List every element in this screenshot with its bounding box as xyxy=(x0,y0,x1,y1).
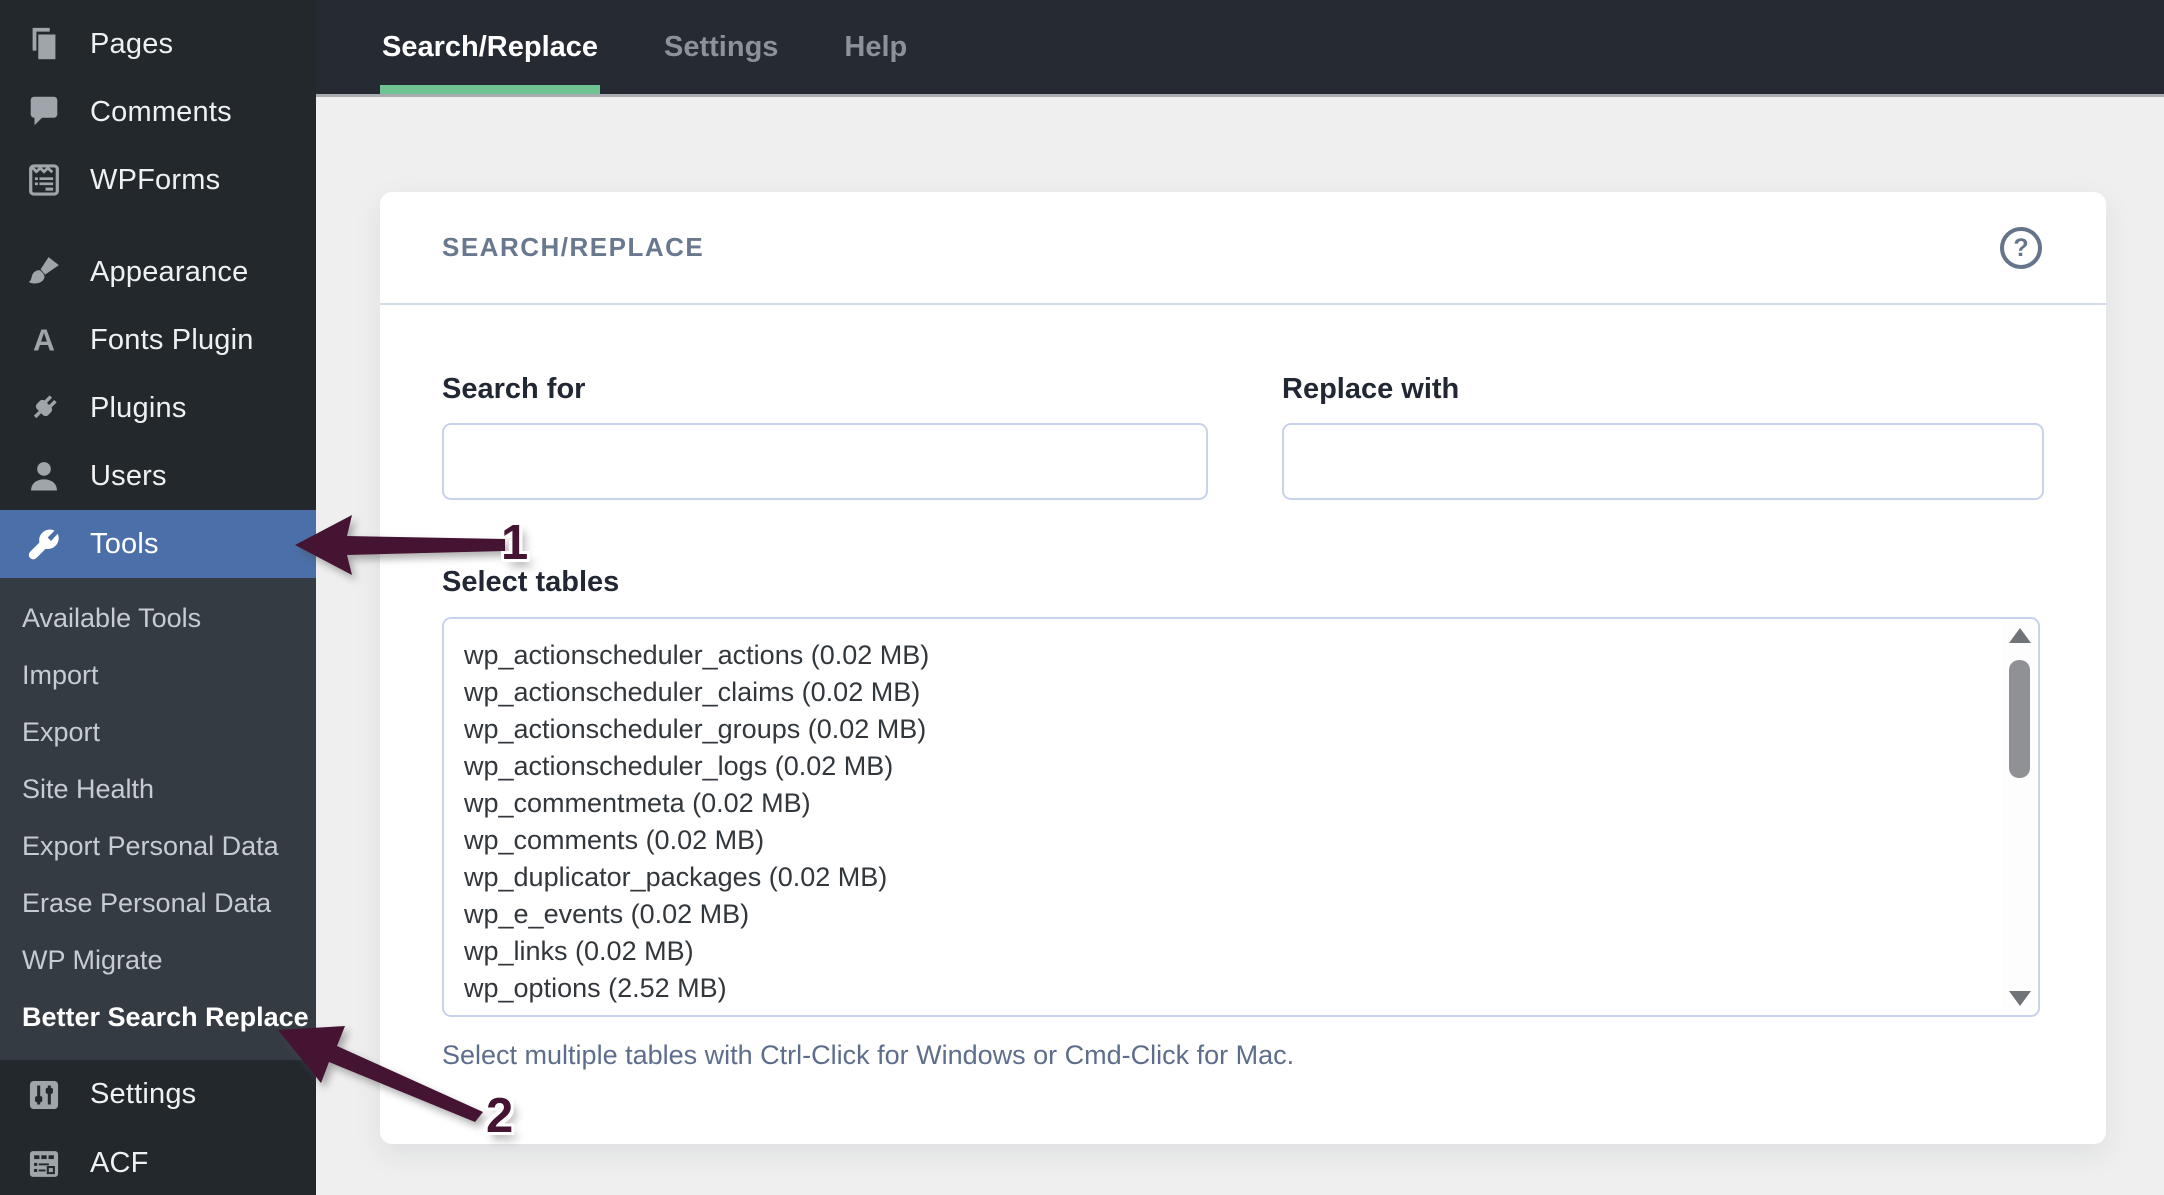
table-option[interactable]: wp_options (2.52 MB) xyxy=(444,970,2038,1007)
page-title: SEARCH/REPLACE xyxy=(442,232,705,262)
search-replace-card: SEARCH/REPLACE ? Search for Replace with xyxy=(380,192,2106,1144)
card-header: SEARCH/REPLACE ? xyxy=(380,192,2106,305)
tab-settings[interactable]: Settings xyxy=(662,0,780,94)
table-option[interactable]: wp_e_events (0.02 MB) xyxy=(444,896,2038,933)
sidebar-item-label: Appearance xyxy=(90,255,249,288)
tables-listbox[interactable]: wp_actionscheduler_actions (0.02 MB) wp_… xyxy=(442,617,2040,1017)
sidebar-item-label: Users xyxy=(90,459,167,492)
card-body: Search for Replace with Select tables wp… xyxy=(380,373,2106,1071)
submenu-item-erase-personal-data[interactable]: Erase Personal Data xyxy=(0,875,316,932)
sidebar-item-users[interactable]: Users xyxy=(0,442,316,510)
tools-submenu: Available Tools Import Export Site Healt… xyxy=(0,578,316,1060)
sidebar-main-menu-bottom: Settings ACF xyxy=(0,1060,316,1195)
admin-sidebar: Pages Comments WPForms Appearance A Font… xyxy=(0,0,316,1195)
sidebar-item-acf[interactable]: ACF xyxy=(0,1129,316,1195)
plug-icon xyxy=(22,386,66,430)
plugin-tab-bar: Search/Replace Settings Help xyxy=(316,0,2164,97)
sidebar-item-label: Tools xyxy=(90,527,159,560)
sidebar-item-label: Comments xyxy=(90,95,232,128)
letter-a-icon: A xyxy=(22,318,66,362)
select-tables-label: Select tables xyxy=(442,566,620,598)
main-content: SEARCH/REPLACE ? Search for Replace with xyxy=(316,100,2164,1195)
acf-icon xyxy=(22,1142,66,1186)
pages-icon xyxy=(22,22,66,66)
sidebar-item-label: WPForms xyxy=(90,163,221,196)
scrollbar-thumb[interactable] xyxy=(2009,660,2030,778)
svg-text:A: A xyxy=(33,323,55,357)
submenu-item-import[interactable]: Import xyxy=(0,647,316,704)
submenu-item-better-search-replace[interactable]: Better Search Replace xyxy=(0,989,316,1046)
wrench-icon xyxy=(22,522,66,566)
table-option[interactable]: wp_links (0.02 MB) xyxy=(444,933,2038,970)
search-for-input[interactable] xyxy=(442,423,1208,500)
sidebar-item-label: Pages xyxy=(90,27,174,60)
sidebar-item-fonts-plugin[interactable]: A Fonts Plugin xyxy=(0,306,316,374)
sidebar-item-comments[interactable]: Comments xyxy=(0,78,316,146)
sliders-icon xyxy=(22,1073,66,1117)
table-option[interactable]: wp_actionscheduler_claims (0.02 MB) xyxy=(444,674,2038,711)
submenu-item-available-tools[interactable]: Available Tools xyxy=(0,590,316,647)
replace-with-label: Replace with xyxy=(1282,373,1460,405)
multi-select-hint: Select multiple tables with Ctrl-Click f… xyxy=(442,1040,1295,1070)
sidebar-item-plugins[interactable]: Plugins xyxy=(0,374,316,442)
table-option[interactable]: wp_actionscheduler_logs (0.02 MB) xyxy=(444,748,2038,785)
svg-text:?: ? xyxy=(2013,234,2028,262)
scroll-down-arrow-icon[interactable] xyxy=(2009,991,2031,1006)
scroll-up-arrow-icon[interactable] xyxy=(2009,628,2031,643)
sidebar-item-pages[interactable]: Pages xyxy=(0,10,316,78)
sidebar-item-label: Fonts Plugin xyxy=(90,323,254,356)
sidebar-item-appearance[interactable]: Appearance xyxy=(0,238,316,306)
table-option[interactable]: wp_commentmeta (0.02 MB) xyxy=(444,785,2038,822)
table-option[interactable]: wp_actionscheduler_groups (0.02 MB) xyxy=(444,711,2038,748)
sidebar-item-label: Settings xyxy=(90,1078,197,1110)
listbox-scrollbar[interactable] xyxy=(2003,622,2035,1012)
submenu-item-export-personal-data[interactable]: Export Personal Data xyxy=(0,818,316,875)
sidebar-main-menu: Pages Comments WPForms Appearance A Font… xyxy=(0,0,316,578)
user-icon xyxy=(22,454,66,498)
tab-search-replace[interactable]: Search/Replace xyxy=(380,0,601,94)
sidebar-item-label: ACF xyxy=(90,1147,149,1179)
sidebar-item-label: Plugins xyxy=(90,391,187,424)
submenu-item-export[interactable]: Export xyxy=(0,704,316,761)
table-option[interactable]: wp_duplicator_packages (0.02 MB) xyxy=(444,859,2038,896)
sidebar-item-tools[interactable]: Tools xyxy=(0,510,316,578)
sidebar-item-settings[interactable]: Settings xyxy=(0,1060,316,1129)
search-for-label: Search for xyxy=(442,373,586,405)
table-option[interactable]: wp_comments (0.02 MB) xyxy=(444,822,2038,859)
wpforms-icon xyxy=(22,158,66,202)
sidebar-item-wpforms[interactable]: WPForms xyxy=(0,146,316,214)
submenu-item-wp-migrate[interactable]: WP Migrate xyxy=(0,932,316,989)
tab-help[interactable]: Help xyxy=(842,0,909,94)
help-icon[interactable]: ? xyxy=(1998,225,2044,271)
sidebar-separator xyxy=(0,214,316,238)
table-option[interactable]: wp_actionscheduler_actions (0.02 MB) xyxy=(444,637,2038,674)
comment-icon xyxy=(22,90,66,134)
submenu-item-site-health[interactable]: Site Health xyxy=(0,761,316,818)
paintbrush-icon xyxy=(22,250,66,294)
replace-with-input[interactable] xyxy=(1282,423,2044,500)
